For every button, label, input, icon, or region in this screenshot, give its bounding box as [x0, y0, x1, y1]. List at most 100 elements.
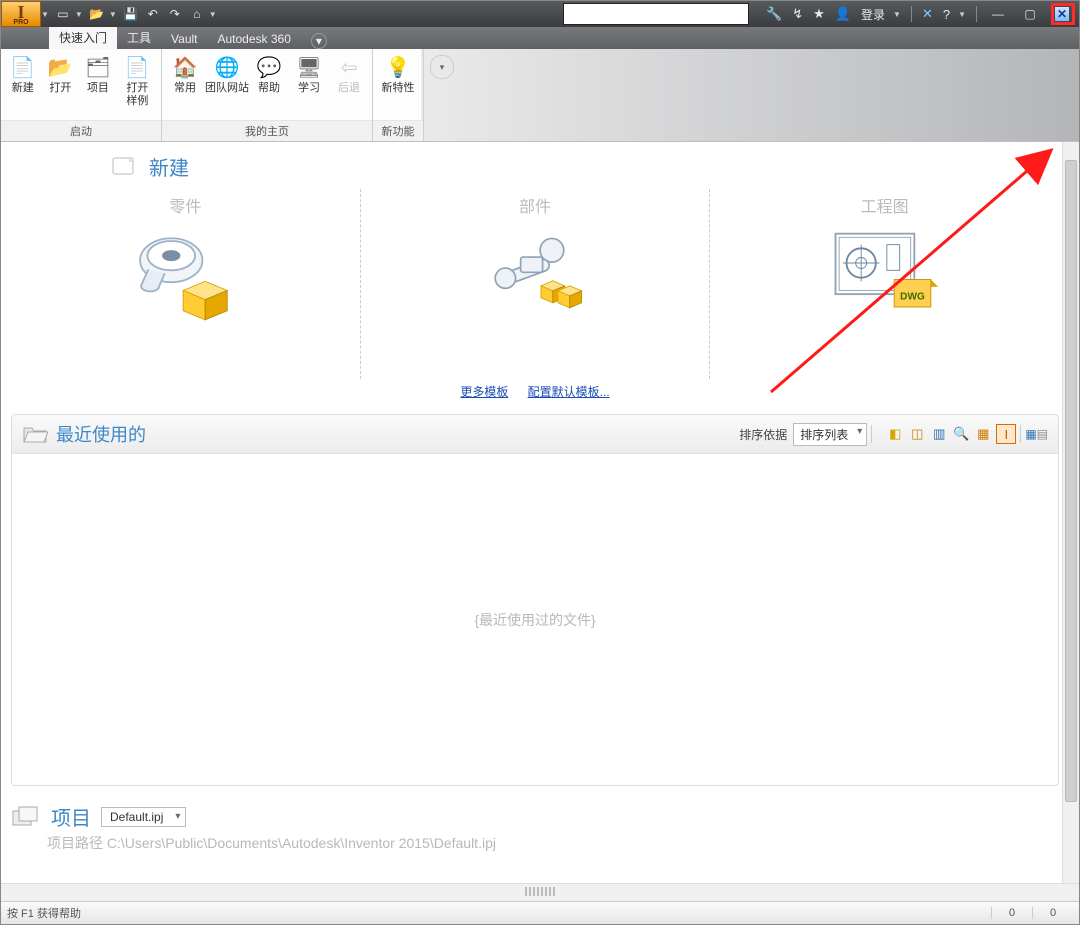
ribbon-teamsite-button[interactable]: 🌐 团队网站	[208, 53, 246, 95]
status-help-hint: 按 F1 获得帮助	[7, 905, 81, 921]
new-drawing-label: 工程图	[861, 193, 909, 217]
panel-myhome: 🏠 常用 🌐 团队网站 💬 帮助 🖥 学习 ⇦ 后退	[162, 49, 373, 141]
drawing-icon: DWG	[830, 229, 940, 319]
close-button[interactable]: ✕	[1051, 3, 1075, 25]
template-links: 更多模板 配置默认模板...	[11, 383, 1059, 400]
app-menu-button[interactable]: I PRO	[1, 1, 41, 27]
open-folder-icon: 📂	[46, 53, 74, 81]
house-icon: 🏠	[171, 53, 199, 81]
new-part-label: 零件	[169, 193, 201, 217]
ribbon: 📄 新建 📂 打开 🗂 项目 📄 打开 样例 启动	[1, 49, 1079, 142]
tab-autodesk360[interactable]: Autodesk 360	[208, 29, 301, 49]
status-cell-2: 0	[1032, 907, 1073, 919]
recent-title: 最近使用的	[56, 421, 146, 447]
qat-redo-icon[interactable]: ↷	[167, 6, 183, 22]
link-icon[interactable]: ↯	[792, 6, 803, 22]
ribbon-open-sample-button[interactable]: 📄 打开 样例	[120, 53, 155, 108]
new-templates-row: 零件	[11, 189, 1059, 379]
minimize-button[interactable]: —	[987, 5, 1009, 23]
filter-assembly-icon[interactable]: ◫	[908, 425, 926, 443]
recent-empty-message: {最近使用过的文件}	[12, 454, 1058, 785]
more-templates-link[interactable]: 更多模板	[460, 385, 508, 399]
ribbon-back-button: ⇦ 后退	[332, 53, 366, 95]
qat-open-icon[interactable]: 📂	[89, 6, 105, 22]
app-window: I PRO ▼ ▭▼ 📂▼ 💾 ↶ ↷ ⌂▼ 🔧 ↯ ★ 👤 登录 ▼ ✕ ?▼…	[0, 0, 1080, 925]
title-bar: I PRO ▼ ▭▼ 📂▼ 💾 ↶ ↷ ⌂▼ 🔧 ↯ ★ 👤 登录 ▼ ✕ ?▼…	[1, 1, 1079, 27]
search-input[interactable]	[563, 3, 749, 25]
lightbulb-icon: 💡	[384, 53, 412, 81]
panel-launch-title: 启动	[1, 120, 161, 141]
new-section-icon	[111, 156, 139, 178]
panel-newfeatures: 💡 新特性 新功能	[373, 49, 424, 141]
wrench-icon[interactable]: 🔧	[766, 6, 782, 22]
project-dropdown[interactable]: Default.ipj	[101, 807, 186, 827]
app-icon-letter: I	[17, 5, 24, 19]
qat-save-icon[interactable]: 💾	[123, 6, 139, 22]
vertical-scroll-thumb[interactable]	[1065, 160, 1077, 802]
config-templates-link[interactable]: 配置默认模板...	[528, 385, 610, 399]
tab-quickstart[interactable]: 快速入门	[49, 26, 117, 49]
panel-launch: 📄 新建 📂 打开 🗂 项目 📄 打开 样例 启动	[1, 49, 162, 141]
part-icon	[130, 229, 240, 319]
new-part-column[interactable]: 零件	[11, 189, 360, 379]
ribbon-project-button[interactable]: 🗂 项目	[82, 53, 114, 95]
filter-part-icon[interactable]: ◧	[886, 425, 904, 443]
user-icon[interactable]: 👤	[835, 6, 851, 22]
project-header: 项目 Default.ipj	[11, 802, 1059, 831]
quick-access-toolbar: ▭▼ 📂▼ 💾 ↶ ↷ ⌂▼	[49, 6, 223, 22]
sort-dropdown[interactable]: 排序列表	[793, 423, 867, 446]
tab-add-icon[interactable]: ▾	[311, 33, 327, 49]
speech-help-icon: 💬	[255, 53, 283, 81]
status-bar: 按 F1 获得帮助 0 0	[1, 901, 1079, 924]
sort-by-label: 排序依据	[739, 426, 787, 443]
tab-tools[interactable]: 工具	[117, 26, 161, 49]
app-icon-edition: PRO	[13, 19, 28, 26]
new-file-icon: 📄	[9, 53, 37, 81]
vertical-scrollbar[interactable]	[1062, 142, 1079, 883]
filter-presentation-icon[interactable]: 🔍	[952, 425, 970, 443]
new-drawing-column[interactable]: 工程图 DW	[709, 189, 1059, 379]
project-folders-icon	[11, 805, 41, 829]
qat-undo-icon[interactable]: ↶	[145, 6, 161, 22]
maximize-button[interactable]: ▢	[1019, 5, 1041, 23]
qat-home-icon[interactable]: ⌂	[189, 6, 205, 22]
panel-myhome-title: 我的主页	[162, 120, 372, 141]
login-link[interactable]: 登录	[861, 6, 885, 23]
svg-text:DWG: DWG	[900, 292, 925, 303]
ribbon-newfeature-button[interactable]: 💡 新特性	[379, 53, 417, 95]
recent-header: 最近使用的 排序依据 排序列表 ◧ ◫ ▥ 🔍 ▦ I ▦ ▤	[12, 415, 1058, 454]
horizontal-scrollbar[interactable]	[1, 883, 1079, 901]
globe-icon: 🌐	[213, 53, 241, 81]
help-icon[interactable]: ?	[943, 7, 950, 22]
ribbon-new-button[interactable]: 📄 新建	[7, 53, 39, 95]
assembly-icon	[480, 229, 590, 319]
content-area: 新建 零件	[1, 142, 1079, 883]
view-tiles-icon[interactable]: ▦	[1025, 427, 1036, 441]
ribbon-open-button[interactable]: 📂 打开	[45, 53, 77, 95]
view-list-icon[interactable]: ▤	[1037, 427, 1048, 441]
folder-open-icon	[22, 424, 48, 444]
filter-drawing-icon[interactable]: ▥	[930, 425, 948, 443]
qat-new-icon[interactable]: ▭	[55, 6, 71, 22]
login-dropdown-icon[interactable]: ▼	[893, 10, 901, 19]
back-arrow-icon: ⇦	[335, 53, 363, 81]
tab-vault[interactable]: Vault	[161, 29, 207, 49]
exchange-icon[interactable]: ✕	[922, 6, 933, 22]
recent-filter-toolbar: ◧ ◫ ▥ 🔍 ▦ I	[886, 424, 1016, 444]
star-icon[interactable]: ★	[813, 6, 825, 22]
filter-all-icon[interactable]: I	[996, 424, 1016, 444]
status-cell-1: 0	[991, 907, 1032, 919]
project-path-line: 项目路径 C:\Users\Public\Documents\Autodesk\…	[47, 833, 1059, 853]
ribbon-tab-strip: 快速入门 工具 Vault Autodesk 360 ▾	[1, 27, 1079, 49]
section-new-header: 新建	[111, 152, 1059, 181]
app-menu-dropdown-icon[interactable]: ▼	[41, 10, 49, 19]
ribbon-learn-button[interactable]: 🖥 学习	[292, 53, 326, 95]
horizontal-scroll-grip[interactable]	[525, 887, 555, 896]
new-assembly-label: 部件	[519, 193, 551, 217]
ribbon-help-button[interactable]: 💬 帮助	[252, 53, 286, 95]
new-assembly-column[interactable]: 部件	[360, 189, 710, 379]
project-title: 项目	[51, 802, 91, 831]
ribbon-expand-button[interactable]: ▾	[430, 55, 454, 79]
ribbon-common-button[interactable]: 🏠 常用	[168, 53, 202, 95]
filter-other-icon[interactable]: ▦	[974, 425, 992, 443]
